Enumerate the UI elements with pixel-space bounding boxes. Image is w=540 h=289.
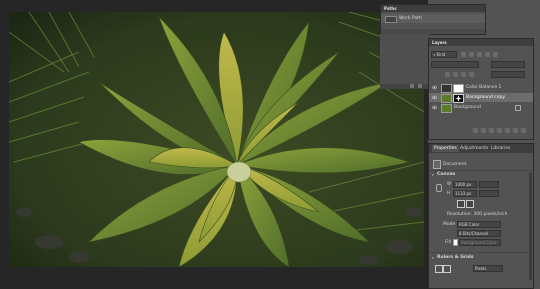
layer-thumbnail xyxy=(441,104,452,113)
visibility-eye-icon[interactable] xyxy=(432,95,437,100)
visibility-eye-icon[interactable] xyxy=(432,85,437,90)
layer-name: Color Balance 1 xyxy=(466,85,502,90)
layers-panel-title[interactable]: Layers xyxy=(429,39,533,46)
layer-row-background[interactable]: Background xyxy=(429,103,533,113)
delete-path-icon[interactable] xyxy=(418,84,422,88)
lock-icon xyxy=(515,105,521,111)
mode-label: Mode xyxy=(443,222,456,227)
layers-filter-row: ⌕ Kind xyxy=(431,51,531,58)
bit-depth-select[interactable]: 8 Bits/Channel xyxy=(457,230,501,237)
layers-panel: Layers ⌕ Kind Color Balance 1 Background… xyxy=(428,38,534,140)
shape-filter-icon[interactable] xyxy=(485,52,490,57)
layer-mask-thumbnail xyxy=(453,84,464,93)
trash-icon[interactable] xyxy=(521,128,526,133)
y-field[interactable] xyxy=(479,190,499,197)
paths-panel-title[interactable]: Paths xyxy=(381,5,485,12)
units-select[interactable]: Pixels xyxy=(473,265,503,272)
width-field[interactable]: 1400 px xyxy=(453,181,477,188)
document-image[interactable] xyxy=(9,12,424,267)
mode-select[interactable]: RGB Color xyxy=(457,221,501,228)
new-adjustment-icon[interactable] xyxy=(497,128,502,133)
layer-name: Background copy xyxy=(466,95,506,100)
divider xyxy=(429,252,533,253)
lock-image-icon[interactable] xyxy=(453,72,458,77)
new-group-icon[interactable] xyxy=(505,128,510,133)
layer-kind-label: Kind xyxy=(436,52,446,57)
lock-position-icon[interactable] xyxy=(461,72,466,77)
fill-select[interactable]: Background Color xyxy=(459,239,501,246)
visibility-eye-icon[interactable] xyxy=(432,105,437,110)
blend-mode-select[interactable] xyxy=(431,61,479,68)
opacity-field[interactable] xyxy=(491,61,525,68)
layer-row-color-balance[interactable]: Color Balance 1 xyxy=(429,83,533,93)
tab-properties[interactable]: Properties xyxy=(432,145,459,152)
document-label: Document xyxy=(443,162,467,167)
type-filter-icon[interactable] xyxy=(477,52,482,57)
layer-name: Background xyxy=(454,105,481,110)
layer-kind-filter[interactable]: ⌕ Kind xyxy=(431,51,457,58)
layer-mask-thumbnail xyxy=(453,94,464,103)
pixel-filter-icon[interactable] xyxy=(461,52,466,57)
height-field[interactable]: 1133 px xyxy=(453,190,477,197)
x-field[interactable] xyxy=(479,181,499,188)
path-thumbnail xyxy=(385,16,397,23)
chevron-down-icon[interactable]: ▾ xyxy=(432,256,434,260)
new-layer-icon[interactable] xyxy=(513,128,518,133)
divider xyxy=(429,170,533,171)
layers-footer xyxy=(429,127,533,135)
width-label: W xyxy=(447,181,451,186)
agave-photo xyxy=(9,12,424,267)
panel-gap xyxy=(380,34,430,88)
new-path-icon[interactable] xyxy=(410,84,414,88)
tab-libraries[interactable]: Libraries xyxy=(491,145,510,152)
link-icon[interactable] xyxy=(436,184,442,192)
fill-opacity-field[interactable] xyxy=(491,71,525,78)
properties-panel: Properties Adjustments Libraries Documen… xyxy=(428,143,534,289)
paths-panel: Paths Work Path xyxy=(380,4,486,35)
fill-swatch[interactable] xyxy=(453,239,458,246)
fx-icon[interactable] xyxy=(481,128,486,133)
add-mask-icon[interactable] xyxy=(489,128,494,133)
fill-label: Fill xyxy=(445,240,452,245)
grid-icon[interactable] xyxy=(443,265,451,273)
document-icon xyxy=(433,160,441,169)
height-label: H xyxy=(447,190,451,195)
blend-row xyxy=(431,61,531,68)
canvas-section-title[interactable]: Canvas xyxy=(437,172,455,177)
ruler-icon[interactable] xyxy=(435,265,443,273)
link-layers-icon[interactable] xyxy=(473,128,478,133)
rulers-section-title[interactable]: Rulers & Grids xyxy=(437,255,474,260)
smart-object-filter-icon[interactable] xyxy=(493,52,498,57)
landscape-orientation-icon[interactable] xyxy=(466,200,474,208)
lock-transparency-icon[interactable] xyxy=(445,72,450,77)
portrait-orientation-icon[interactable] xyxy=(457,200,465,208)
lock-row xyxy=(431,71,531,78)
properties-tab-bar: Properties Adjustments Libraries xyxy=(429,144,533,153)
path-item-work-path[interactable]: Work Path xyxy=(381,14,485,23)
layer-thumbnail xyxy=(441,94,452,103)
layer-row-background-copy[interactable]: Background copy xyxy=(429,93,533,103)
tab-adjustments[interactable]: Adjustments xyxy=(460,145,488,152)
properties-scrollbar[interactable] xyxy=(529,172,532,280)
lock-all-icon[interactable] xyxy=(469,72,474,77)
adjustment-filter-icon[interactable] xyxy=(469,52,474,57)
paths-footer-bar xyxy=(380,84,428,89)
path-item-label: Work Path xyxy=(399,16,422,21)
resolution-text: Resolution: 300 pixels/inch xyxy=(447,212,508,217)
chevron-down-icon[interactable]: ▾ xyxy=(432,173,434,177)
adjustment-layer-icon xyxy=(441,84,452,93)
